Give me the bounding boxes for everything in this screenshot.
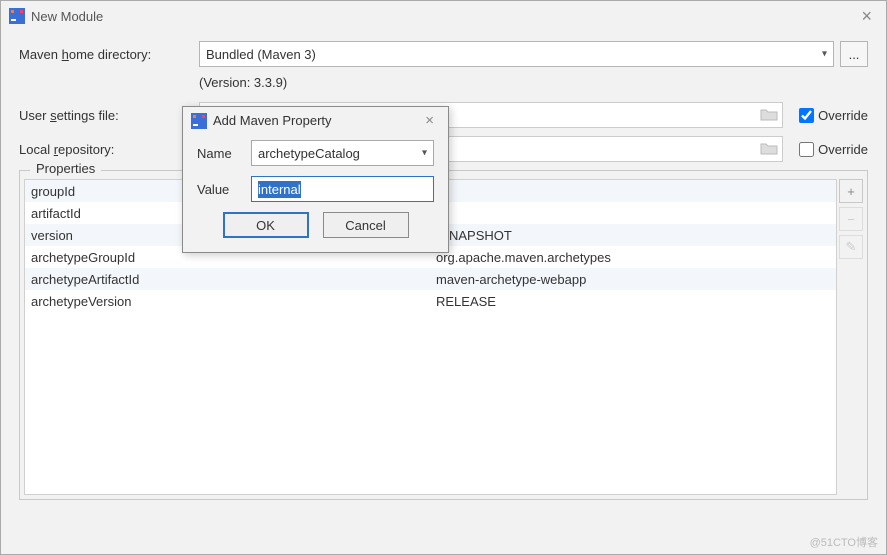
maven-home-value: Bundled (Maven 3): [206, 47, 316, 62]
prop-val: maven-archetype-webapp: [436, 272, 830, 287]
settings-override-label: Override: [818, 108, 868, 123]
repo-override-box[interactable]: [799, 142, 814, 157]
maven-home-combo[interactable]: Bundled (Maven 3) ▾: [199, 41, 834, 67]
plus-icon: +: [847, 184, 855, 199]
properties-group-label: Properties: [30, 161, 101, 176]
name-row: Name archetypeCatalog ▾: [197, 140, 434, 166]
add-property-button[interactable]: +: [839, 179, 863, 203]
dialog-close-button[interactable]: ×: [419, 112, 440, 129]
table-row[interactable]: archetypeArtifactIdmaven-archetype-webap…: [25, 268, 836, 290]
dialog-titlebar: Add Maven Property ×: [183, 107, 448, 134]
prop-key: archetypeVersion: [31, 294, 436, 309]
ellipsis-label: ...: [849, 47, 860, 62]
repo-override-label: Override: [818, 142, 868, 157]
value-row: Value internal: [197, 176, 434, 202]
dialog-buttons: OK Cancel: [197, 212, 434, 238]
prop-key: archetypeArtifactId: [31, 272, 436, 287]
pencil-icon: ✎: [846, 239, 857, 255]
maven-home-browse-button[interactable]: ...: [840, 41, 868, 67]
repo-override-checkbox[interactable]: Override: [795, 139, 868, 160]
edit-property-button[interactable]: ✎: [839, 235, 863, 259]
table-row[interactable]: archetypeVersionRELEASE: [25, 290, 836, 312]
add-maven-property-dialog: Add Maven Property × Name archetypeCatal…: [182, 106, 449, 253]
name-combo[interactable]: archetypeCatalog ▾: [251, 140, 434, 166]
maven-version-text: (Version: 3.3.9): [19, 75, 868, 90]
minus-icon: −: [847, 212, 855, 227]
user-settings-label: User settings file:: [19, 108, 199, 123]
watermark-text: @51CTO博客: [810, 534, 878, 550]
value-input[interactable]: internal: [251, 176, 434, 202]
settings-override-checkbox[interactable]: Override: [795, 105, 868, 126]
chevron-down-icon: ▾: [822, 49, 827, 60]
prop-val: org.apache.maven.archetypes: [436, 250, 830, 265]
ok-button[interactable]: OK: [223, 212, 309, 238]
cancel-label: Cancel: [345, 218, 385, 233]
titlebar: New Module ×: [1, 1, 886, 31]
ok-label: OK: [256, 218, 275, 233]
dialog-title: Add Maven Property: [213, 113, 419, 128]
maven-home-row: Maven home directory: Bundled (Maven 3) …: [19, 41, 868, 67]
name-label: Name: [197, 146, 251, 161]
value-input-text: internal: [258, 181, 301, 198]
folder-icon[interactable]: [760, 107, 778, 124]
window-close-button[interactable]: ×: [855, 6, 878, 27]
dialog-body: Name archetypeCatalog ▾ Value internal O…: [183, 134, 448, 252]
new-module-window: New Module × Maven home directory: Bundl…: [0, 0, 887, 555]
value-label: Value: [197, 182, 251, 197]
maven-home-label: Maven home directory:: [19, 47, 199, 62]
cancel-button[interactable]: Cancel: [323, 212, 409, 238]
settings-override-box[interactable]: [799, 108, 814, 123]
prop-val: -SNAPSHOT: [436, 228, 830, 243]
name-combo-value: archetypeCatalog: [258, 146, 360, 161]
folder-icon[interactable]: [760, 141, 778, 158]
intellij-icon: [191, 113, 207, 129]
properties-side-toolbar: + − ✎: [839, 179, 863, 259]
local-repo-label: Local repository:: [19, 142, 199, 157]
prop-val: RELEASE: [436, 294, 830, 309]
chevron-down-icon: ▾: [422, 148, 427, 159]
window-title: New Module: [31, 9, 855, 24]
content-area: Maven home directory: Bundled (Maven 3) …: [1, 31, 886, 500]
remove-property-button[interactable]: −: [839, 207, 863, 231]
intellij-icon: [9, 8, 25, 24]
